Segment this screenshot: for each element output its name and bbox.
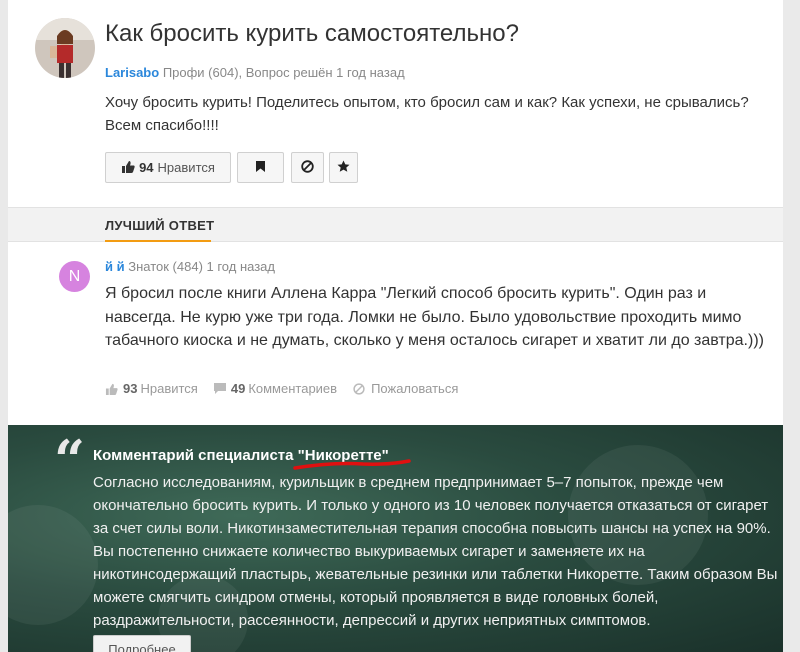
question-meta: Larisabo Профи (604), Вопрос решён 1 год… (105, 65, 405, 80)
answer-meta-text: Знаток (484) 1 год назад (128, 259, 275, 274)
answer-comments-label: Комментариев (248, 381, 338, 396)
answer-comments-count: 49 (230, 381, 246, 396)
block-icon (301, 159, 314, 176)
expert-title-prefix: Комментарий специалиста (93, 447, 298, 464)
answer-author-link[interactable]: й й (105, 259, 125, 274)
answer-report-label: Пожаловаться (371, 381, 459, 396)
like-button[interactable]: 94 Нравится (105, 152, 231, 183)
answer-report-button[interactable]: Пожаловаться (353, 381, 458, 396)
more-button[interactable]: Подробнее (93, 635, 191, 652)
like-count: 94 (139, 160, 154, 175)
expert-comment-banner: “ Комментарий специалиста "Никоретте" Со… (8, 425, 783, 652)
right-scrollbar[interactable] (783, 0, 800, 652)
question-meta-text: Профи (604), Вопрос решён 1 год назад (162, 65, 405, 80)
answer-like-count: 93 (123, 381, 138, 396)
best-answer-header: ЛУЧШИЙ ОТВЕТ (8, 207, 783, 242)
quote-icon: “ (54, 428, 86, 492)
report-icon (353, 382, 365, 395)
question-card: Как бросить курить самостоятельно? Laris… (8, 0, 783, 652)
bookmark-button[interactable] (237, 152, 284, 183)
question-title: Как бросить курить самостоятельно? (105, 20, 519, 47)
question-author-avatar[interactable] (35, 18, 95, 78)
brand-underline-stroke (293, 459, 411, 470)
answer-like-label: Нравится (140, 381, 198, 396)
question-author-link[interactable]: Larisabo (105, 65, 159, 80)
like-label: Нравится (157, 160, 215, 175)
expert-comment-body: Согласно исследованиям, курильщик в сред… (93, 474, 778, 629)
answer-body: Я бросил после книги Аллена Карра "Легки… (105, 285, 764, 349)
best-answer-label: ЛУЧШИЙ ОТВЕТ (105, 218, 215, 233)
best-answer-underline (105, 240, 211, 242)
comment-icon (213, 383, 226, 394)
bokeh-decoration (8, 505, 98, 625)
favorite-button[interactable] (329, 152, 358, 183)
star-icon (337, 160, 350, 176)
bookmark-icon (256, 160, 265, 175)
thumbs-up-icon (105, 383, 118, 395)
block-button[interactable] (291, 152, 324, 183)
answer-actions: 93 Нравится 49 Комментариев Пожаловаться (105, 381, 474, 396)
answer-author-avatar[interactable]: N (59, 261, 90, 292)
answer-like-button[interactable]: 93 Нравится (105, 381, 198, 396)
answer-comments-button[interactable]: 49 Комментариев (213, 381, 338, 396)
answer-meta: й й Знаток (484) 1 год назад (105, 259, 275, 274)
question-body: Хочу бросить курить! Поделитесь опытом, … (105, 94, 749, 134)
thumbs-up-icon (121, 160, 135, 176)
